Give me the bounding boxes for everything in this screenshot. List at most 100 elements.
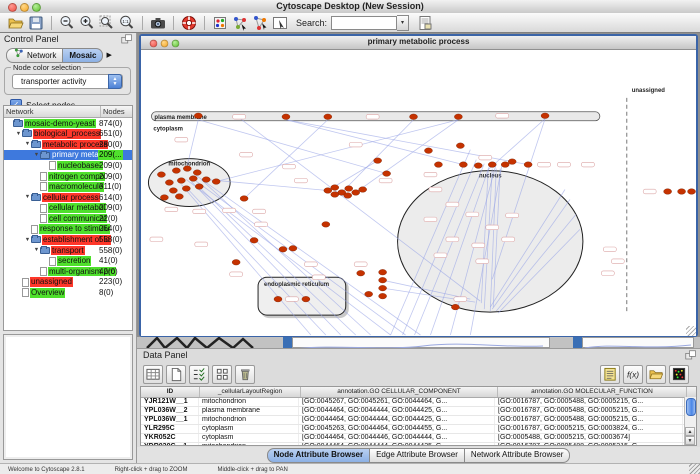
tab-node-attribute-browser[interactable]: Node Attribute Browser [267, 448, 371, 463]
node-color-dropdown[interactable]: transporter activity ▲▼ [12, 74, 123, 89]
scroll-down-icon[interactable]: ▼ [685, 436, 695, 445]
tree-item-nitrogen-compo[interactable]: nitrogen compo209(0) [4, 171, 132, 182]
gene-node[interactable] [165, 180, 173, 186]
gene-node[interactable] [157, 172, 165, 178]
function-builder-icon[interactable]: f(x) [623, 365, 643, 384]
gene-node[interactable] [282, 114, 290, 120]
search-dropdown-arrow-icon[interactable]: ▾ [397, 15, 409, 31]
gene-node[interactable] [688, 189, 696, 195]
gene-node[interactable] [508, 159, 516, 165]
gene-node[interactable] [664, 189, 672, 195]
gene-node[interactable] [410, 114, 418, 120]
gene-node[interactable] [240, 196, 248, 202]
app-resize-grip[interactable] [689, 463, 700, 474]
gene-node[interactable] [379, 285, 387, 291]
table-row[interactable]: YPL036W__1mitochondrion[GO:0044464, GO:0… [141, 416, 696, 425]
tree-item-overview[interactable]: Overview8(0) [4, 288, 132, 299]
tab-edge-attribute-browser[interactable]: Edge Attribute Browser [370, 448, 465, 463]
edge[interactable] [342, 120, 414, 193]
gene-node[interactable] [195, 184, 203, 190]
tree-item-cell-communicat[interactable]: cell communicat22(0) [4, 213, 132, 224]
tree-item-macromolecule[interactable]: macromolecule311(0) [4, 182, 132, 193]
gene-node[interactable] [232, 259, 240, 265]
network-view-window[interactable]: primary metabolic process plasma membran… [139, 34, 698, 337]
gene-node[interactable] [359, 187, 367, 193]
expander-icon[interactable]: ▼ [24, 237, 31, 243]
gene-node[interactable] [160, 195, 168, 201]
table-row[interactable]: YDR039C__1mitochondrion[GO:0044464, GO:0… [141, 443, 696, 446]
camera-icon[interactable] [149, 14, 167, 32]
gene-node[interactable] [379, 293, 387, 299]
tab-network-attribute-browser[interactable]: Network Attribute Browser [465, 448, 570, 463]
tree-column-nodes[interactable]: Nodes [101, 106, 127, 117]
tree-item-nucleobase-[interactable]: nucleobase-209(0) [4, 160, 132, 171]
tree-item-cellular-process[interactable]: ▼cellular process614(0) [4, 192, 132, 203]
tab-network[interactable]: Network [6, 48, 63, 63]
edge[interactable] [286, 120, 463, 165]
tree-item-establishment-of-lo[interactable]: ▼establishment of lo558(0) [4, 235, 132, 246]
save-icon[interactable] [27, 14, 45, 32]
zoom-in-icon[interactable] [78, 14, 96, 32]
gene-node[interactable] [202, 177, 210, 183]
gene-node[interactable] [379, 269, 387, 275]
column-header[interactable]: annotation.GO MOLECULAR_FUNCTION [498, 387, 687, 397]
gene-node[interactable] [169, 188, 177, 194]
expander-icon[interactable]: ▼ [24, 194, 31, 200]
gene-node[interactable] [459, 162, 467, 168]
network-filter-icon[interactable] [251, 14, 269, 32]
network-window-titlebar[interactable]: primary metabolic process [141, 36, 696, 50]
table-row[interactable]: YLR295Ccytoplasm[GO:0045263, GO:0044464,… [141, 425, 696, 434]
zoom-out-icon[interactable] [58, 14, 76, 32]
select-attributes-icon[interactable] [189, 365, 209, 384]
gene-node[interactable] [331, 192, 339, 198]
tree-item-metabolic-process[interactable]: ▼metabolic process280(0) [4, 139, 132, 150]
float-panel-icon[interactable] [121, 34, 133, 48]
scrollbar-thumb[interactable] [686, 398, 696, 416]
gene-node[interactable] [302, 296, 310, 302]
network-merge-icon[interactable] [231, 14, 249, 32]
background-window-thumbnail[interactable] [292, 337, 550, 348]
zoom-fit-icon[interactable]: 1:1 [118, 14, 136, 32]
unselect-attributes-icon[interactable] [212, 365, 232, 384]
expander-icon[interactable]: ▼ [24, 141, 31, 147]
gene-node[interactable] [175, 194, 183, 200]
attribute-search-icon[interactable] [416, 14, 434, 32]
tree-item-secretion[interactable]: secretion41(0) [4, 256, 132, 267]
table-row[interactable]: YPL036W__2plasma membrane[GO:0044464, GO… [141, 407, 696, 416]
annotation-icon[interactable] [271, 14, 289, 32]
gene-node[interactable] [501, 162, 509, 168]
gene-node[interactable] [454, 114, 462, 120]
gene-node[interactable] [331, 185, 339, 191]
gene-node[interactable] [434, 162, 442, 168]
expander-icon[interactable]: ▼ [33, 152, 40, 158]
tree-item-mosaic-demo-yeast[interactable]: mosaic-demo-yeast874(0) [4, 118, 132, 129]
gene-node[interactable] [344, 193, 352, 199]
gene-node[interactable] [289, 246, 297, 252]
tree-item-cellular-metabol[interactable]: cellular metabol209(0) [4, 203, 132, 214]
gene-node[interactable] [193, 170, 201, 176]
attribute-grid-icon[interactable] [143, 365, 163, 384]
gene-node[interactable] [456, 143, 464, 149]
background-window-edge[interactable] [573, 337, 582, 348]
gene-node[interactable] [324, 188, 332, 194]
gene-node[interactable] [194, 113, 202, 119]
gene-node[interactable] [212, 179, 220, 185]
gene-node[interactable] [424, 148, 432, 154]
gene-node[interactable] [451, 304, 459, 310]
delete-attribute-icon[interactable] [235, 365, 255, 384]
gene-node[interactable] [365, 291, 373, 297]
background-window-edge[interactable] [283, 337, 292, 348]
expander-icon[interactable]: ▼ [15, 131, 22, 137]
tab-overflow-arrow-icon[interactable]: ▶ [106, 51, 111, 59]
dropdown-stepper-icon[interactable]: ▲▼ [108, 74, 122, 89]
import-attributes-icon[interactable] [646, 365, 666, 384]
table-row[interactable]: YJR121W__1mitochondrion[GO:0045267, GO:0… [141, 398, 696, 407]
table-row[interactable]: YKR052Ccytoplasm[GO:0044464, GO:0044446,… [141, 434, 696, 443]
new-attribute-icon[interactable] [166, 365, 186, 384]
scroll-up-icon[interactable]: ▲ [685, 427, 695, 436]
gene-node[interactable] [324, 114, 332, 120]
tree-item-biological-process[interactable]: ▼biological_process651(0) [4, 129, 132, 140]
tree-item-response-to-stimulu[interactable]: response to stimulu264(0) [4, 224, 132, 235]
gene-node[interactable] [541, 113, 549, 119]
open-folder-icon[interactable] [7, 14, 25, 32]
